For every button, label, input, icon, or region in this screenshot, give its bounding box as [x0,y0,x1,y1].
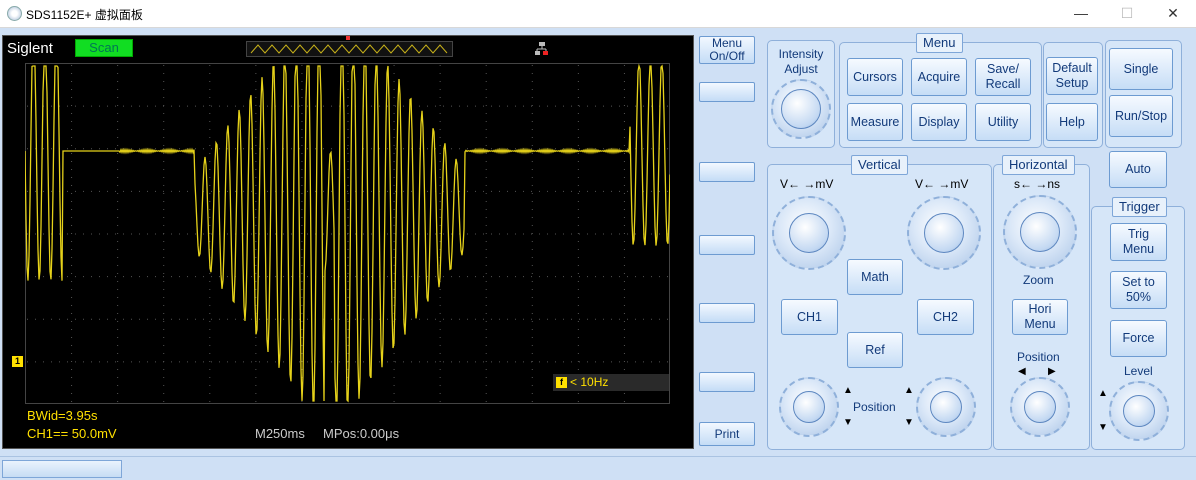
intensity-label: Intensity Adjust [778,47,824,76]
trigger-frequency: < 10Hz [570,375,609,389]
memory-zigzag [250,44,448,54]
run-stop-button[interactable]: Run/Stop [1109,95,1173,137]
ch1-scale-readout: CH1== 50.0mV [27,426,117,441]
trigger-level-knob[interactable] [1109,381,1169,441]
ch1-level-marker: 1 [12,356,23,367]
waveform-display [25,63,670,404]
bandwidth-readout: BWid=3.95s [27,408,98,423]
ch1-position-knob[interactable] [779,377,839,437]
trigger-position-marker [346,36,350,40]
close-button[interactable]: ✕ [1150,0,1196,27]
minimize-button[interactable]: — [1058,0,1104,27]
hori-menu-button[interactable]: Hori Menu [1012,299,1068,335]
display-button[interactable]: Display [911,103,967,141]
force-button[interactable]: Force [1110,320,1167,357]
math-button[interactable]: Math [847,259,903,295]
time-scale-knob[interactable] [1003,195,1077,269]
softkey-1[interactable] [699,82,755,102]
ch2-position-up-arrow: ▲ [904,385,914,396]
horizontal-position-knob[interactable] [1010,377,1070,437]
ref-button[interactable]: Ref [847,332,903,368]
horizontal-group-title: Horizontal [1002,155,1075,175]
ch2-position-knob[interactable] [916,377,976,437]
ch2-position-down-arrow: ▼ [904,417,914,428]
acquisition-mode-badge: Scan [75,39,133,57]
measure-button[interactable]: Measure [847,103,903,141]
default-setup-button[interactable]: Default Setup [1046,57,1098,95]
brand-label: Siglent [7,40,53,57]
trigger-badge: f [556,377,567,388]
app-icon [7,6,22,21]
trigger-group-title: Trigger [1112,197,1167,217]
menu-onoff-label: Menu On/Off [709,36,745,63]
horizontal-position-left-arrow: ◀ [1018,366,1026,377]
status-cell [2,460,122,478]
save-recall-button[interactable]: Save/ Recall [975,58,1031,96]
ch2-volts-label: V← →mV [915,177,969,191]
ch2-button[interactable]: CH2 [917,299,974,335]
ch1-volts-knob[interactable] [772,196,846,270]
ch2-volts-knob[interactable] [907,196,981,270]
cursors-button[interactable]: Cursors [847,58,903,96]
title-bar: SDS1152E+ 虚拟面板 — ☐ ✕ [0,0,1196,28]
maximize-button[interactable]: ☐ [1104,0,1150,27]
window-title: SDS1152E+ 虚拟面板 [26,8,143,22]
ch1-volts-label: V← →mV [780,177,834,191]
memory-position-bar [246,41,453,57]
softkey-5[interactable] [699,372,755,392]
softkey-3[interactable] [699,235,755,255]
softkey-2[interactable] [699,162,755,182]
ch1-button[interactable]: CH1 [781,299,838,335]
network-icon [535,42,548,55]
horizontal-position-label: Position [1017,350,1060,364]
help-button[interactable]: Help [1046,103,1098,141]
intensity-group: Intensity Adjust [767,40,835,148]
menu-onoff-button[interactable]: Menu On/Off [699,36,755,64]
set-to-50-button[interactable]: Set to 50% [1110,271,1167,309]
level-label: Level [1124,364,1153,378]
zoom-label: Zoom [1023,273,1054,287]
timebase-readout: M250ms [255,426,305,441]
ch1-position-up-arrow: ▲ [843,385,853,396]
single-button[interactable]: Single [1109,48,1173,90]
print-button[interactable]: Print [699,422,755,446]
level-down-arrow: ▼ [1098,422,1108,433]
auto-button[interactable]: Auto [1109,151,1167,188]
ch1-position-down-arrow: ▼ [843,417,853,428]
time-scale-label: s← →ns [1014,177,1061,191]
horizontal-position-readout: MPos:0.00μs [323,426,400,441]
intensity-knob[interactable] [771,79,831,139]
trigger-status: f < 10Hz [553,374,669,391]
horizontal-position-right-arrow: ▶ [1048,366,1056,377]
softkey-4[interactable] [699,303,755,323]
vertical-group-title: Vertical [851,155,908,175]
acquire-button[interactable]: Acquire [911,58,967,96]
scope-screen: Siglent Scan 1 f < 10Hz BWid=3.95s CH1==… [2,35,694,449]
trig-menu-button[interactable]: Trig Menu [1110,223,1167,261]
menu-group-title: Menu [916,33,963,53]
utility-button[interactable]: Utility [975,103,1031,141]
vertical-position-label: Position [853,400,896,414]
graticule [25,63,670,404]
status-bar [0,456,1196,480]
level-up-arrow: ▲ [1098,388,1108,399]
